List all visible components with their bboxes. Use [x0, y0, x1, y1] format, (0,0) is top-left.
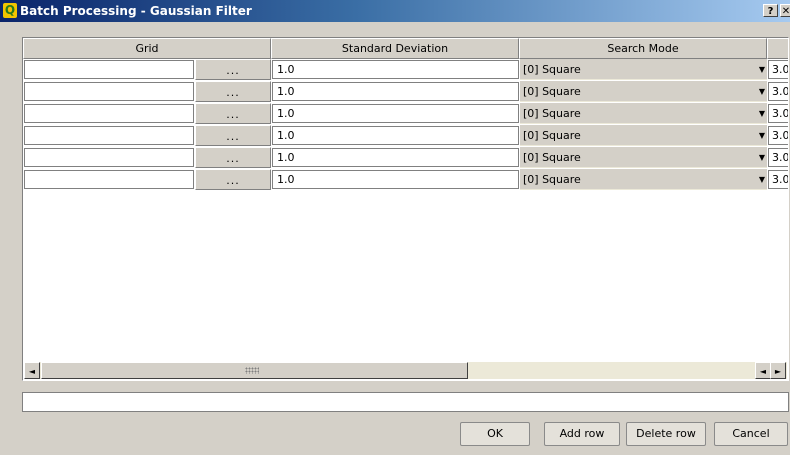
delete-row-button[interactable]: Delete row [626, 422, 706, 446]
extra-value-input[interactable]: 3.0 [768, 148, 788, 167]
search-mode-select[interactable]: [0] Square ▼ [520, 125, 767, 146]
search-mode-value: [0] Square [523, 85, 581, 98]
browse-button[interactable]: ... [195, 81, 271, 102]
browse-button[interactable]: ... [195, 147, 271, 168]
extra-value-input[interactable]: 3.0 [768, 82, 788, 101]
extra-value-input[interactable]: 3.0 [768, 104, 788, 123]
standard-deviation-input[interactable]: 1.0 [272, 170, 519, 189]
grid-input[interactable] [24, 104, 194, 123]
grid-input[interactable] [24, 148, 194, 167]
standard-deviation-input[interactable]: 1.0 [272, 148, 519, 167]
grid-input[interactable] [24, 60, 194, 79]
browse-button[interactable]: ... [195, 103, 271, 124]
scroll-left-button[interactable]: ◄ [24, 362, 40, 379]
standard-deviation-input[interactable]: 1.0 [272, 60, 519, 79]
batch-table: Grid Standard Deviation Search Mode ... 1… [22, 37, 789, 381]
browse-button[interactable]: ... [195, 125, 271, 146]
chevron-down-icon: ▼ [758, 153, 765, 162]
table-row: ... 1.0 [0] Square ▼ 3.0 [23, 147, 788, 168]
table-row: ... 1.0 [0] Square ▼ 3.0 [23, 169, 788, 190]
table-row: ... 1.0 [0] Square ▼ 3.0 [23, 59, 788, 80]
chevron-down-icon: ▼ [758, 65, 765, 74]
search-mode-select[interactable]: [0] Square ▼ [520, 103, 767, 124]
ok-button[interactable]: OK [460, 422, 530, 446]
browse-button[interactable]: ... [195, 169, 271, 190]
scroll-left-end-button[interactable]: ◄ [755, 362, 771, 379]
progress-bar [22, 392, 789, 412]
scroll-thumb[interactable] [41, 362, 468, 379]
title-bar: Q Batch Processing - Gaussian Filter ? ✕ [0, 0, 790, 22]
cancel-button[interactable]: Cancel [714, 422, 788, 446]
chevron-down-icon: ▼ [758, 175, 765, 184]
header-grid[interactable]: Grid [23, 38, 271, 59]
chevron-down-icon: ▼ [758, 131, 765, 140]
search-mode-value: [0] Square [523, 129, 581, 142]
table-row: ... 1.0 [0] Square ▼ 3.0 [23, 125, 788, 146]
chevron-down-icon: ▼ [758, 109, 765, 118]
chevron-down-icon: ▼ [758, 87, 765, 96]
header-search-mode[interactable]: Search Mode [519, 38, 767, 59]
scroll-grip-icon [245, 367, 259, 374]
extra-value-input[interactable]: 3.0 [768, 60, 788, 79]
grid-input[interactable] [24, 126, 194, 145]
horizontal-scrollbar[interactable]: ◄ ◄ ► [24, 362, 787, 379]
search-mode-value: [0] Square [523, 107, 581, 120]
table-row: ... 1.0 [0] Square ▼ 3.0 [23, 81, 788, 102]
search-mode-select[interactable]: [0] Square ▼ [520, 169, 767, 190]
scroll-right-button[interactable]: ► [770, 362, 786, 379]
header-extra[interactable] [767, 38, 788, 59]
browse-button[interactable]: ... [195, 59, 271, 80]
search-mode-value: [0] Square [523, 173, 581, 186]
add-row-button[interactable]: Add row [544, 422, 620, 446]
help-button[interactable]: ? [763, 4, 778, 17]
grid-input[interactable] [24, 170, 194, 189]
header-standard-deviation[interactable]: Standard Deviation [271, 38, 519, 59]
search-mode-value: [0] Square [523, 63, 581, 76]
search-mode-select[interactable]: [0] Square ▼ [520, 59, 767, 80]
search-mode-select[interactable]: [0] Square ▼ [520, 81, 767, 102]
standard-deviation-input[interactable]: 1.0 [272, 126, 519, 145]
standard-deviation-input[interactable]: 1.0 [272, 104, 519, 123]
qgis-app-icon: Q [3, 3, 17, 18]
search-mode-select[interactable]: [0] Square ▼ [520, 147, 767, 168]
extra-value-input[interactable]: 3.0 [768, 126, 788, 145]
extra-value-input[interactable]: 3.0 [768, 170, 788, 189]
close-button[interactable]: ✕ [780, 4, 790, 17]
window-title: Batch Processing - Gaussian Filter [20, 4, 252, 18]
table-row: ... 1.0 [0] Square ▼ 3.0 [23, 103, 788, 124]
standard-deviation-input[interactable]: 1.0 [272, 82, 519, 101]
grid-input[interactable] [24, 82, 194, 101]
search-mode-value: [0] Square [523, 151, 581, 164]
